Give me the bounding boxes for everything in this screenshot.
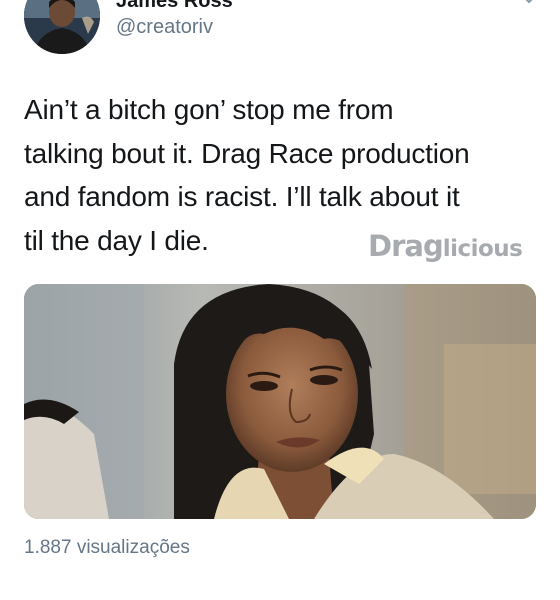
watermark-logo: Draglicious — [368, 229, 523, 263]
avatar[interactable] — [24, 0, 100, 54]
author-name[interactable]: James Ross — [116, 0, 233, 13]
media-photo — [24, 284, 536, 519]
view-count: 1.887 visualizações — [24, 537, 190, 558]
tweet-text-line: Ain’t a bitch gon’ stop me from — [24, 94, 394, 125]
tweet-text-line: talking bout it. Drag Race production — [24, 137, 470, 169]
watermark-main: Drag — [368, 229, 444, 263]
author-handle[interactable]: @creatoriv — [116, 16, 213, 39]
tweet-text-line: and fandom is racist. I’ll talk about it — [24, 181, 460, 212]
tweet-media-image[interactable] — [24, 284, 536, 519]
chevron-down-icon[interactable] — [520, 0, 538, 8]
watermark-sub: licious — [442, 236, 523, 262]
